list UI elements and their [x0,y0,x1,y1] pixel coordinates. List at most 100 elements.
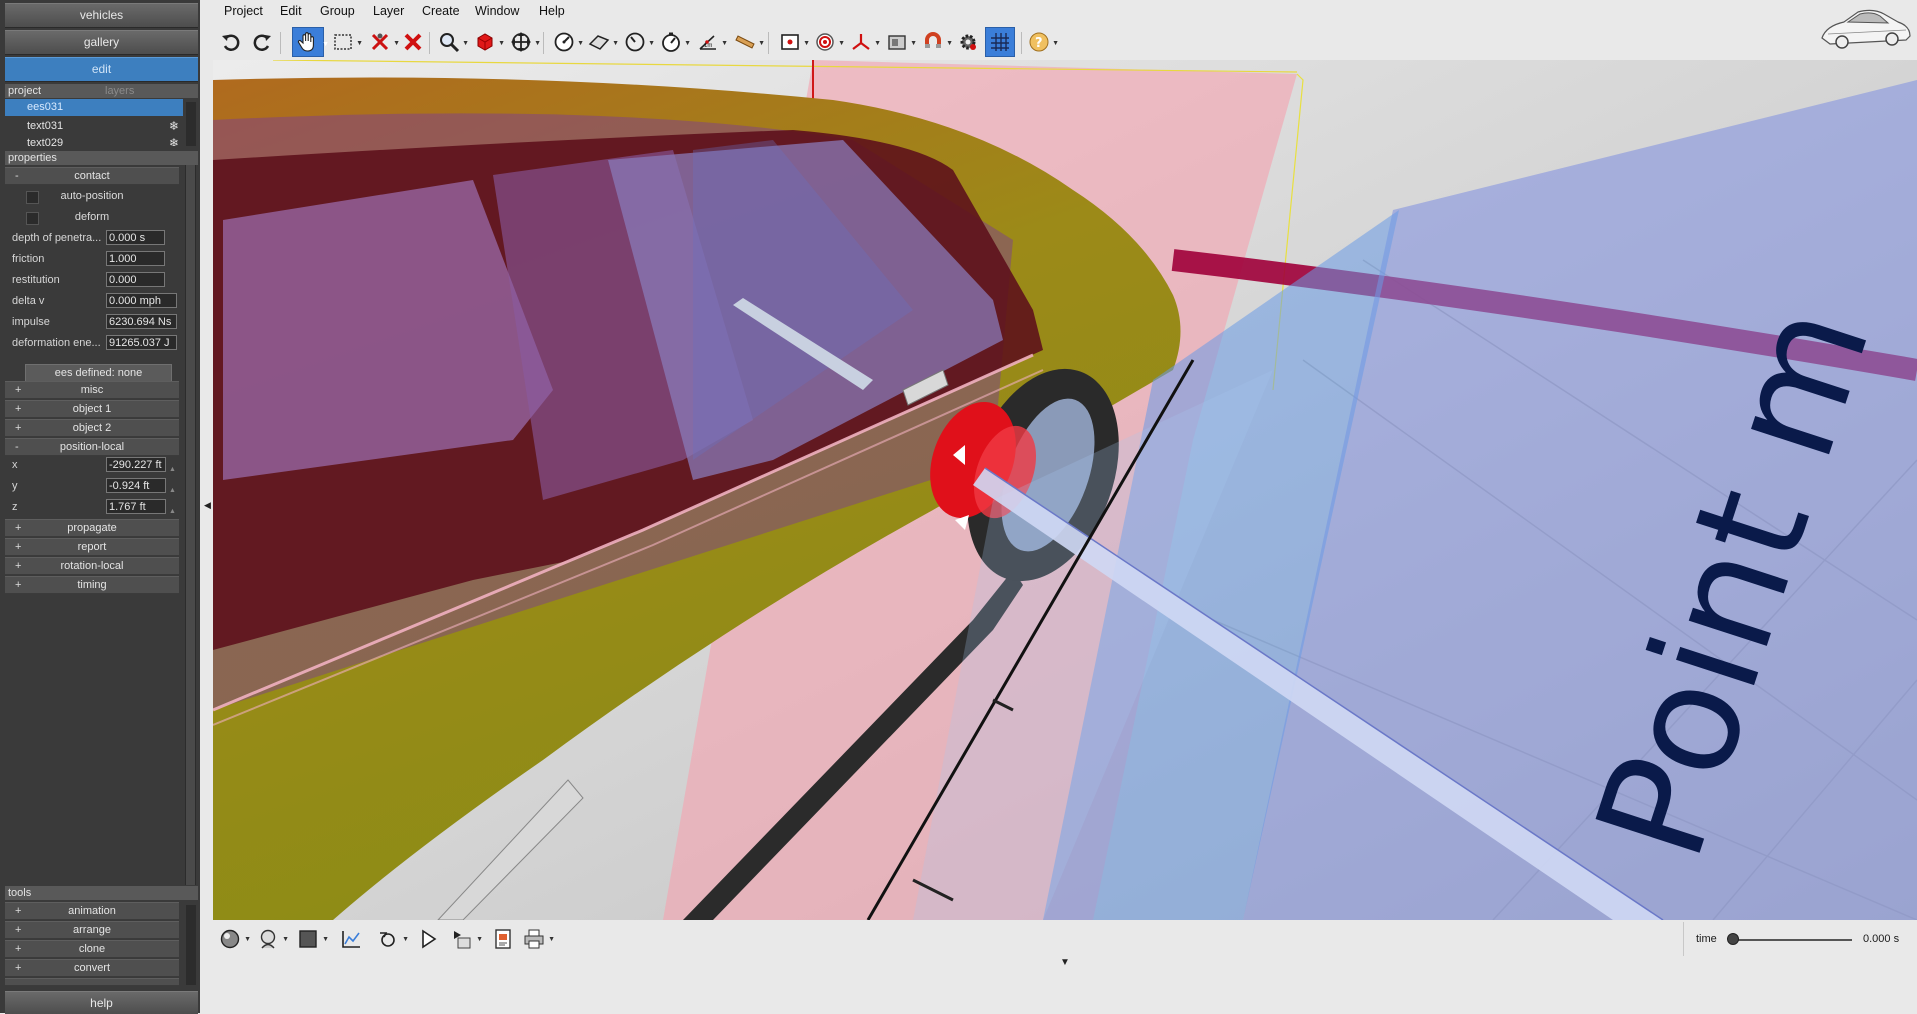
timer-button[interactable]: ▼ [657,27,691,57]
prop-value-field[interactable]: 1.767 ft [106,499,166,514]
target-button[interactable]: ▼ [811,27,845,57]
spinner-icon[interactable]: ▲ [169,502,176,515]
spinner-icon[interactable]: ▲ [169,460,176,473]
velocity-button[interactable]: ▼ [621,27,655,57]
object-button[interactable]: ▼ [471,27,505,57]
tool-partial[interactable] [5,978,179,986]
grid-toggle-button[interactable] [985,27,1015,57]
nav-gallery-button[interactable]: gallery [5,30,198,55]
tab-layers[interactable]: layers [105,84,134,98]
head-view-button[interactable]: ▼ [253,924,289,954]
expand-icon[interactable]: + [15,577,21,593]
prop-value-field[interactable]: -0.924 ft [106,478,166,493]
spinner-icon[interactable]: ▲ [169,481,176,494]
expand-icon[interactable]: + [15,382,21,398]
expand-timeline-icon[interactable]: ▼ [1060,957,1070,968]
delete-button[interactable] [399,27,427,57]
zoom-button[interactable]: ▼ [435,27,469,57]
path-button[interactable]: ▼ [373,924,409,954]
move-button[interactable]: ▼ [507,27,541,57]
auto-position-checkbox[interactable] [26,191,39,204]
shading-button[interactable]: ▼ [215,924,251,954]
tool-animation[interactable]: + animation [5,902,179,920]
project-item[interactable]: text031 ❄ [5,118,183,135]
group-contact[interactable]: - contact [5,167,179,185]
help-tool-button[interactable]: ? ▼ [1025,27,1059,57]
graph-button[interactable] [336,924,366,954]
magnet-button[interactable]: ▼ [919,27,953,57]
delete-tool-button[interactable]: ▼ [366,27,400,57]
group-propagate[interactable]: + propagate [5,519,179,537]
expand-icon[interactable]: + [15,941,21,957]
project-scrollbar[interactable] [186,102,196,146]
help-button[interactable]: help [5,991,198,1014]
scrollbar-thumb[interactable] [186,165,195,885]
axes-button[interactable]: ▼ [847,27,881,57]
prop-value-field[interactable]: -290.227 ft [106,457,166,472]
group-rotation-local[interactable]: + rotation-local [5,557,179,575]
menu-project[interactable]: Project [224,4,263,18]
group-object-1[interactable]: + object 1 [5,400,179,418]
prop-value-field[interactable]: 0.000 [106,272,165,287]
ruler-button[interactable]: ▼ [731,27,765,57]
group-report[interactable]: + report [5,538,179,556]
pan-hand-button[interactable]: ▼ [292,27,329,57]
group-object-2[interactable]: + object 2 [5,419,179,437]
menu-group[interactable]: Group [320,4,355,18]
collapse-panel-icon[interactable]: ◀ [204,500,211,511]
select-box-button[interactable]: ▼ [329,27,363,57]
nav-edit-button[interactable]: edit [5,57,198,82]
distance-tool-button[interactable]: 1m ▼ [694,27,728,57]
menu-window[interactable]: Window [475,4,519,18]
playlist-button[interactable]: ▼ [447,924,483,954]
prop-value-field[interactable]: 1.000 [106,251,165,266]
tool-arrange[interactable]: + arrange [5,921,179,939]
collapse-icon[interactable]: - [15,439,19,455]
prop-value-field[interactable]: 0.000 mph [106,293,177,308]
snowflake-icon[interactable]: ❄ [169,118,179,135]
deform-checkbox[interactable] [26,212,39,225]
tools-scrollbar[interactable] [186,905,196,985]
tool-convert[interactable]: + convert [5,959,179,977]
scene-canvas[interactable]: Point m [213,60,1917,920]
report-button[interactable] [488,924,518,954]
play-button[interactable] [413,924,443,954]
group-timing[interactable]: + timing [5,576,179,594]
group-misc[interactable]: + misc [5,381,179,399]
color-button[interactable]: ▼ [293,924,329,954]
expand-icon[interactable]: + [15,960,21,976]
expand-icon[interactable]: + [15,558,21,574]
properties-scrollbar[interactable] [185,165,196,885]
expand-icon[interactable]: + [15,520,21,536]
expand-icon[interactable]: + [15,539,21,555]
snowflake-icon[interactable]: ❄ [169,137,179,146]
prop-value-field[interactable]: 0.000 s [106,230,165,245]
ees-defined-button[interactable]: ees defined: none [25,364,172,382]
tab-project[interactable]: project [5,85,41,97]
expand-icon[interactable]: + [15,420,21,436]
menu-create[interactable]: Create [422,4,460,18]
expand-icon[interactable]: + [15,922,21,938]
redo-button[interactable] [248,27,276,57]
image-button[interactable]: ▼ [883,27,917,57]
settings-button[interactable] [954,27,982,57]
menu-edit[interactable]: Edit [280,4,302,18]
menu-help[interactable]: Help [539,4,565,18]
collapse-icon[interactable]: - [15,168,19,184]
expand-icon[interactable]: + [15,401,21,417]
time-slider-handle[interactable] [1727,933,1739,945]
project-item[interactable]: ees031 [5,99,183,116]
expand-icon[interactable]: + [15,903,21,919]
3d-viewport[interactable]: Point m [213,60,1917,920]
time-slider-track[interactable] [1732,939,1852,941]
print-button[interactable]: ▼ [519,924,555,954]
nav-vehicles-button[interactable]: vehicles [5,3,198,28]
menu-layer[interactable]: Layer [373,4,404,18]
prop-value-field[interactable]: 91265.037 J [106,335,177,350]
group-position-local[interactable]: - position-local [5,438,179,456]
surface-button[interactable]: ▼ [585,27,619,57]
tool-clone[interactable]: + clone [5,940,179,958]
prop-value-field[interactable]: 6230.694 Ns [106,314,177,329]
project-item[interactable]: text029 ❄ [5,137,183,146]
undo-button[interactable] [217,27,245,57]
